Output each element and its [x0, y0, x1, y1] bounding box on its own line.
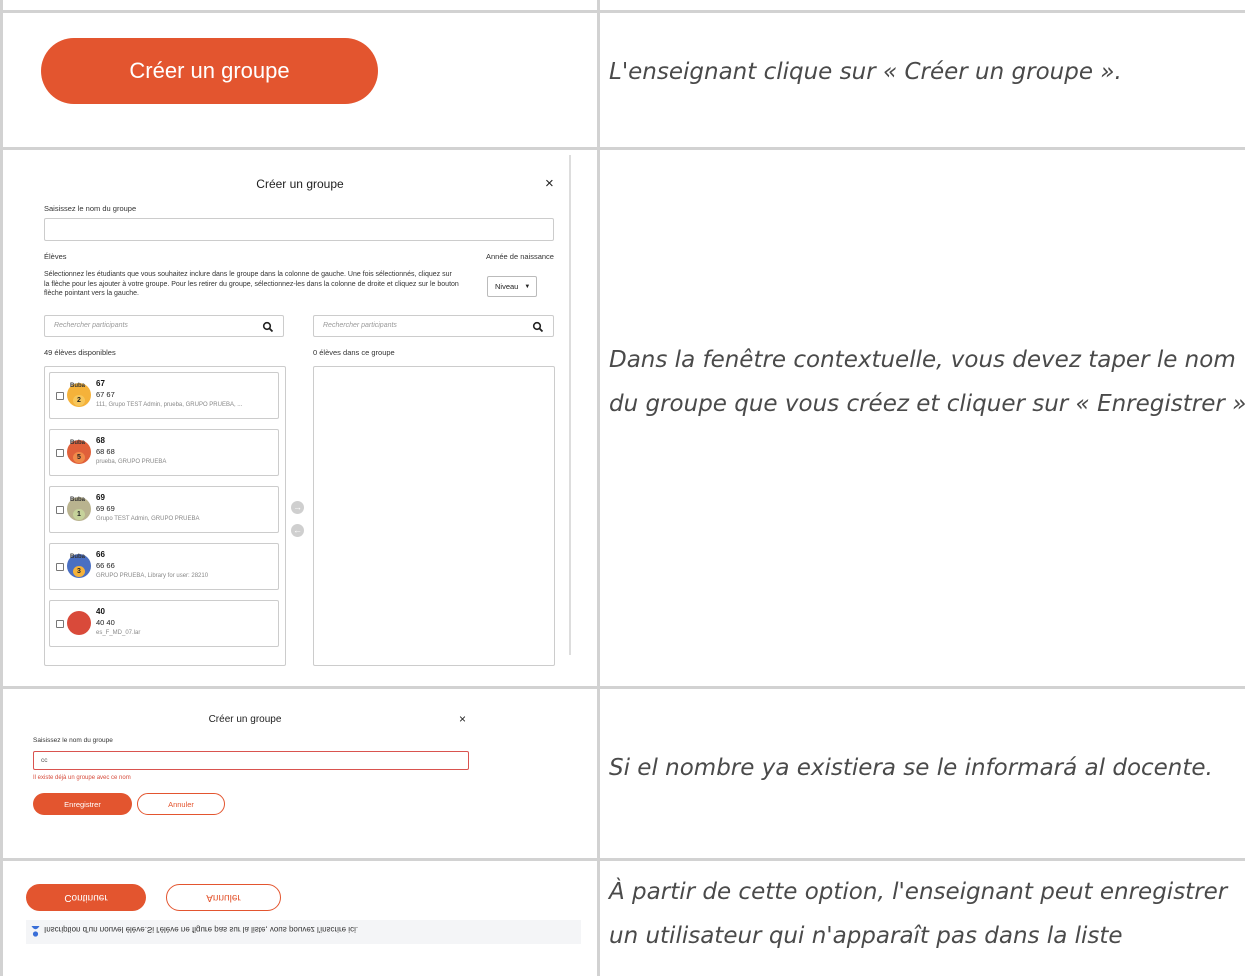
student-groups: Grupo TEST Admin, GRUPO PRUEBA — [96, 516, 200, 522]
level-badge: 3 — [73, 566, 85, 577]
student-name: 66 66 — [96, 561, 115, 570]
student-name: 68 68 — [96, 447, 115, 456]
table-border-row3 — [0, 686, 1245, 689]
student-card[interactable]: Buba 1 69 69 69 Grupo TEST Admin, GRUPO … — [49, 486, 279, 533]
caption-line: Si el nombre ya existiera se le informar… — [609, 755, 1213, 781]
modal-scrollbar[interactable] — [569, 155, 571, 655]
level-select-value: Niveau — [495, 282, 519, 291]
student-name: 69 69 — [96, 504, 115, 513]
search-available-input[interactable]: Rechercher participants — [44, 315, 284, 337]
student-number: 68 — [96, 436, 105, 445]
table-border-top — [0, 10, 1245, 13]
available-count: 49 élèves disponibles — [44, 348, 116, 357]
row3-caption: Si el nombre ya existiera se le informar… — [609, 746, 1213, 790]
student-number: 67 — [96, 379, 105, 388]
chevron-down-icon: ▼ — [524, 283, 531, 290]
level-badge: 5 — [73, 452, 85, 463]
student-checkbox[interactable] — [56, 506, 64, 514]
student-number: 69 — [96, 493, 105, 502]
student-checkbox[interactable] — [56, 449, 64, 457]
student-card[interactable]: Buba 5 68 68 68 prueba, GRUPO PRUEBA — [49, 429, 279, 476]
level-badge: 2 — [73, 395, 85, 406]
group-name-label: Saisissez le nom du groupe — [44, 204, 137, 213]
caption-line: Dans la fenêtre contextuelle, vous devez… — [609, 347, 1236, 373]
level-select[interactable]: Niveau ▼ — [487, 276, 537, 297]
group-count: 0 élèves dans ce groupe — [313, 348, 395, 357]
group-name-label: Saisissez le nom du groupe — [33, 737, 113, 744]
caption-line: du groupe que vous créez et cliquer sur … — [609, 391, 1245, 417]
student-checkbox[interactable] — [56, 392, 64, 400]
student-checkbox[interactable] — [56, 563, 64, 571]
caption-line: À partir de cette option, l'enseignant p… — [609, 879, 1228, 905]
avatar — [67, 611, 91, 635]
avatar-cap: Buba — [70, 554, 85, 560]
add-to-group-arrow-icon[interactable]: → — [291, 501, 304, 514]
student-groups: 111, Grupo TEST Admin, prueba, GRUPO PRU… — [96, 402, 243, 408]
search-icon[interactable] — [262, 321, 274, 333]
avatar: Buba 3 — [67, 554, 91, 578]
group-name-value: cc — [41, 757, 48, 764]
group-name-input[interactable] — [44, 218, 554, 241]
student-groups: GRUPO PRUEBA, Library for user: 28210 — [96, 573, 209, 579]
table-border-row2 — [0, 147, 1245, 150]
close-icon[interactable]: × — [545, 175, 554, 192]
group-name-input[interactable]: cc — [33, 751, 469, 770]
cancel-button-label: Annuler — [168, 799, 194, 809]
available-students-list: Buba 2 67 67 67 111, Grupo TEST Admin, p… — [44, 366, 286, 666]
student-groups: es_F_MD_07.lar — [96, 630, 141, 636]
caption-line: un utilisateur qui n'apparaît pas dans l… — [609, 923, 1123, 949]
student-checkbox[interactable] — [56, 620, 64, 628]
student-card[interactable]: 40 40 40 es_F_MD_07.lar — [49, 600, 279, 647]
continue-button-label: Continuer — [64, 892, 108, 903]
create-group-button[interactable]: Créer un groupe — [41, 38, 378, 104]
student-card[interactable]: Buba 3 66 66 66 GRUPO PRUEBA, Library fo… — [49, 543, 279, 590]
caption-line: L'enseignant clique sur « Créer un group… — [609, 59, 1122, 85]
birth-year-label: Année de naissance — [486, 252, 554, 261]
row2-caption: Dans la fenêtre contextuelle, vous devez… — [609, 338, 1245, 426]
row4-caption: À partir de cette option, l'enseignant p… — [609, 870, 1227, 958]
students-label: Élèves — [44, 252, 67, 261]
avatar-cap: Buba — [70, 440, 85, 446]
student-groups: prueba, GRUPO PRUEBA — [96, 459, 167, 465]
cancel-button[interactable]: Annuler — [137, 793, 225, 815]
cancel-button[interactable]: Annuler — [166, 884, 281, 911]
search-group-input[interactable]: Rechercher participants — [313, 315, 554, 337]
student-name: 67 67 — [96, 390, 115, 399]
modal-title: Créer un groupe — [208, 714, 282, 725]
student-name: 40 40 — [96, 618, 115, 627]
table-border-row4 — [0, 858, 1245, 861]
modal-title: Créer un groupe — [256, 177, 344, 191]
save-button-label: Enregistrer — [64, 799, 101, 809]
avatar: Buba 1 — [67, 497, 91, 521]
error-message: Il existe déjà un groupe avec ce nom — [33, 775, 131, 781]
create-group-modal: Créer un groupe × Saisissez le nom du gr… — [0, 155, 600, 685]
row1-caption: L'enseignant clique sur « Créer un group… — [609, 50, 1122, 94]
instructions-text: Sélectionnez les étudiants que vous souh… — [44, 271, 459, 297]
close-icon[interactable]: × — [459, 712, 466, 726]
student-number: 40 — [96, 607, 105, 616]
avatar: Buba 2 — [67, 383, 91, 407]
student-number: 66 — [96, 550, 105, 559]
level-badge: 1 — [73, 509, 85, 520]
continue-button[interactable]: Continuer — [26, 884, 146, 911]
user-add-icon — [31, 926, 40, 937]
student-card[interactable]: Buba 2 67 67 67 111, Grupo TEST Admin, p… — [49, 372, 279, 419]
avatar-cap: Buba — [70, 497, 85, 503]
search-icon[interactable] — [532, 321, 544, 333]
cancel-button-label: Annuler — [206, 892, 241, 903]
create-group-button-label: Créer un groupe — [129, 58, 290, 83]
search-placeholder: Rechercher participants — [323, 322, 397, 329]
remove-from-group-arrow-icon[interactable]: ← — [291, 524, 304, 537]
group-students-list — [313, 366, 555, 666]
avatar-cap: Buba — [70, 383, 85, 389]
register-new-student-text[interactable]: Inscription d'un nouvel élève.Si l'élève… — [44, 925, 358, 934]
avatar: Buba 5 — [67, 440, 91, 464]
save-button[interactable]: Enregistrer — [33, 793, 132, 815]
search-placeholder: Rechercher participants — [54, 322, 128, 329]
